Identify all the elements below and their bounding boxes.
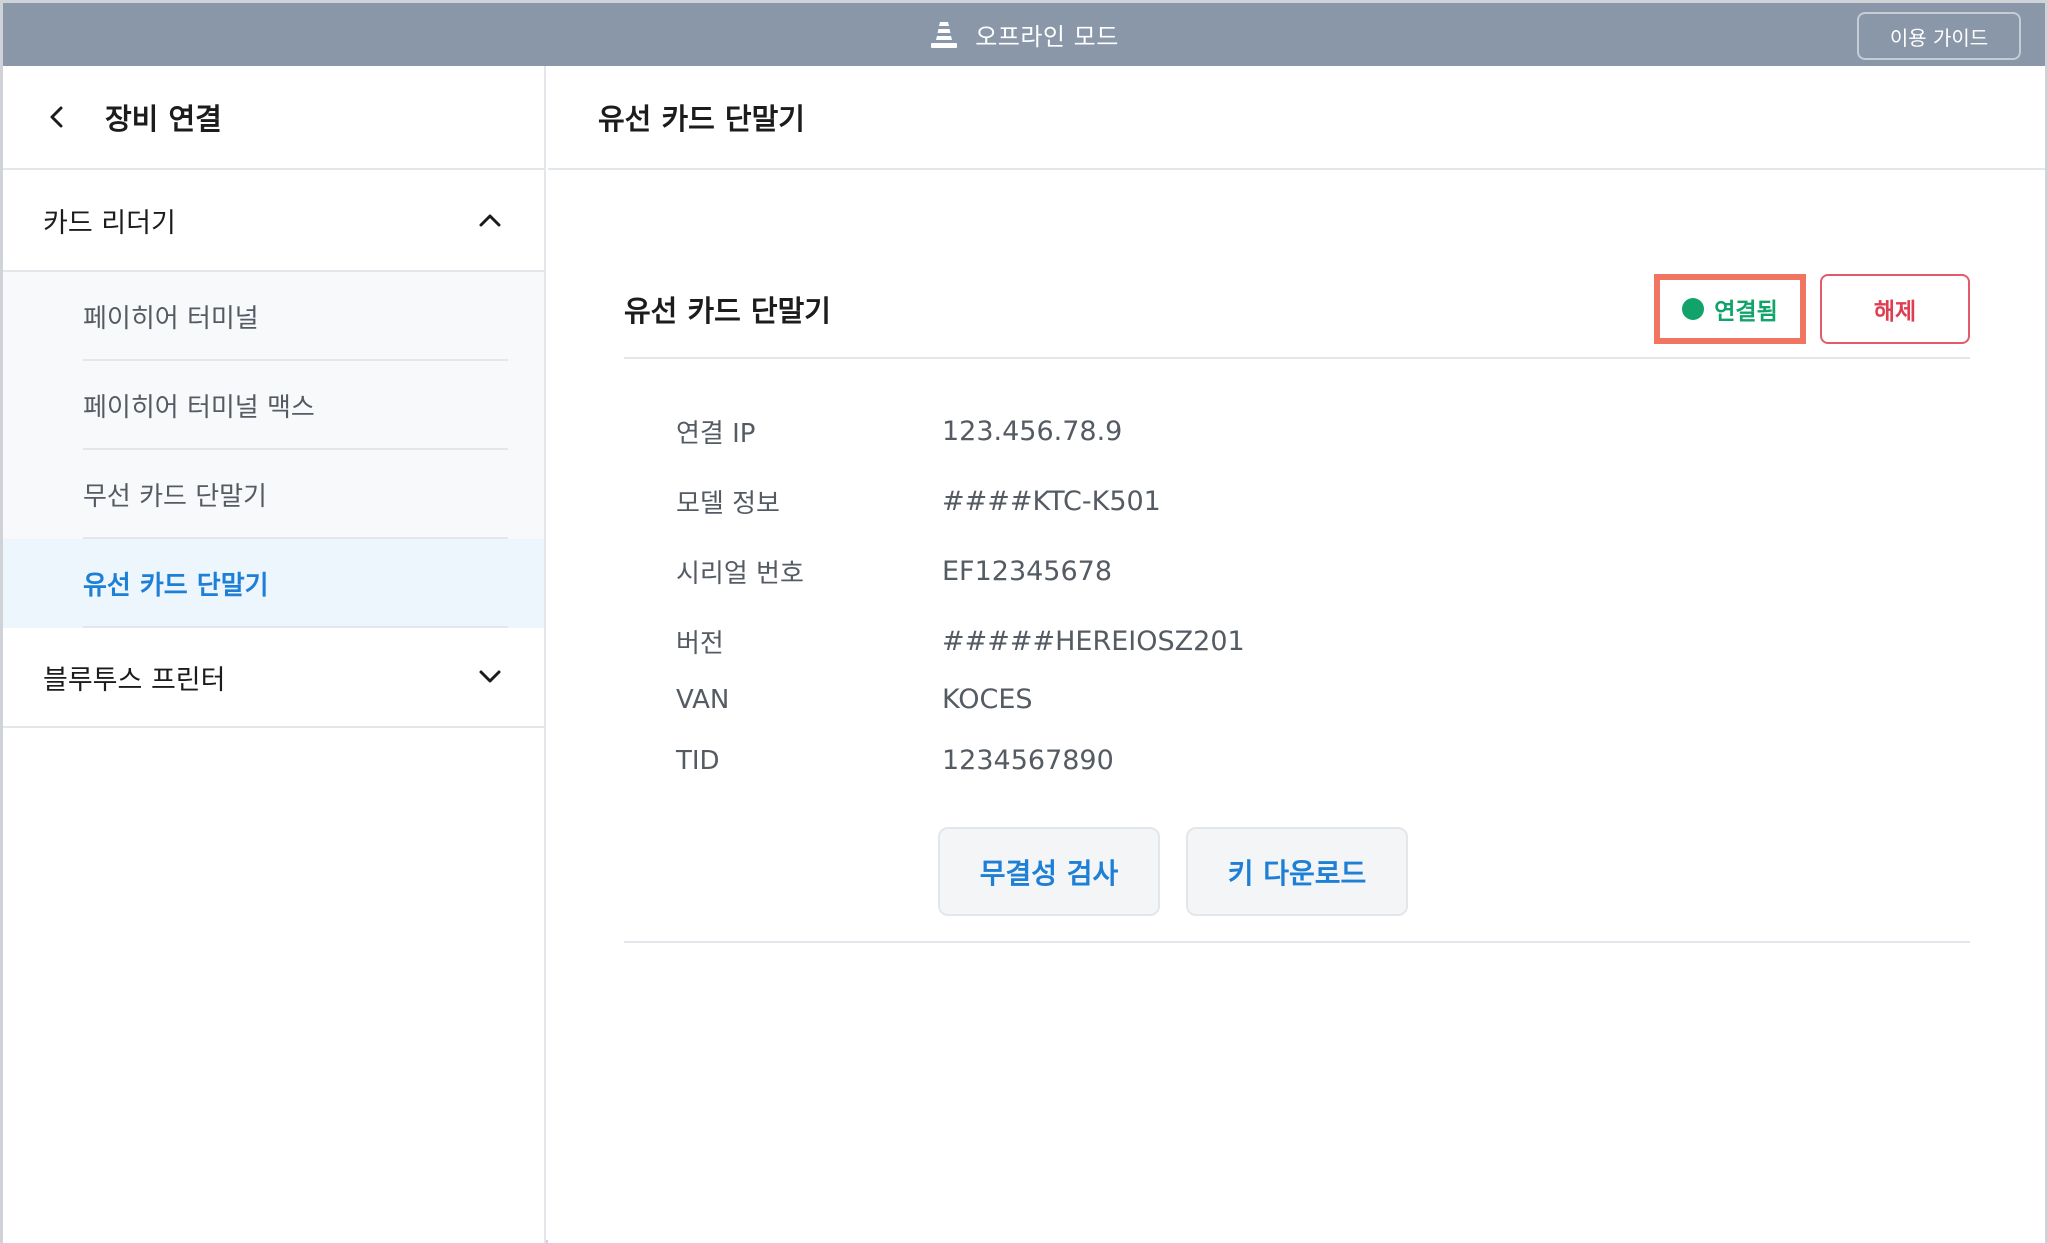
- status-dot-icon: [1682, 298, 1705, 320]
- info-row-version: 버전 #####HEREIOSZ201: [676, 623, 1245, 660]
- info-row-serial: 시리얼 번호 EF12345678: [676, 553, 1112, 590]
- group-bluetooth-printer[interactable]: 블루투스 프린터: [3, 628, 544, 728]
- info-label: 시리얼 번호: [676, 559, 804, 589]
- sidebar-item-label: 무선 카드 단말기: [83, 482, 267, 512]
- integrity-check-button[interactable]: 무결성 검사: [938, 827, 1160, 916]
- sidebar-item-payhere-terminal[interactable]: 페이히어 터미널: [3, 272, 544, 361]
- info-label: VAN: [676, 684, 730, 715]
- sidebar-item-label: 페이히어 터미널: [83, 304, 259, 334]
- group-card-reader-label: 카드 리더기: [43, 207, 176, 239]
- device-card-title: 유선 카드 단말기: [624, 294, 831, 328]
- sidebar-item-label: 유선 카드 단말기: [83, 571, 269, 601]
- sidebar: 장비 연결 카드 리더기 페이히어 터미널 페이히어 터미널 맥스 무선 카드 …: [3, 66, 546, 1243]
- card-bottom-divider: [624, 941, 1970, 943]
- info-value: EF12345678: [942, 556, 1113, 587]
- sidebar-title: 장비 연결: [105, 102, 222, 136]
- chevron-up-icon: [476, 206, 504, 234]
- sidebar-item-label: 페이히어 터미널 맥스: [83, 393, 315, 423]
- card-reader-list: 페이히어 터미널 페이히어 터미널 맥스 무선 카드 단말기 유선 카드 단말기: [3, 272, 544, 628]
- device-card-actions: 연결됨 해제: [1654, 274, 1970, 344]
- divider: [83, 626, 508, 628]
- info-label: TID: [676, 745, 720, 776]
- info-value: KOCES: [942, 684, 1033, 715]
- traffic-cone-icon: [929, 20, 959, 50]
- device-action-buttons: 무결성 검사 키 다운로드: [938, 827, 1408, 916]
- info-value: ####KTC-K501: [942, 486, 1161, 517]
- page-title: 유선 카드 단말기: [598, 102, 805, 136]
- sidebar-item-wireless-card-terminal[interactable]: 무선 카드 단말기: [3, 450, 544, 539]
- sidebar-item-payhere-terminal-max[interactable]: 페이히어 터미널 맥스: [3, 361, 544, 450]
- sidebar-item-wired-card-terminal[interactable]: 유선 카드 단말기: [3, 539, 544, 628]
- info-value: #####HEREIOSZ201: [942, 626, 1245, 657]
- app-frame: 오프라인 모드 이용 가이드 장비 연결 카드 리더기 페이히어 터미널 페이히…: [0, 0, 2048, 1243]
- info-label: 모델 정보: [676, 489, 780, 519]
- device-card-header: 유선 카드 단말기 연결됨 해제: [624, 261, 1970, 359]
- sidebar-header: 장비 연결: [3, 66, 544, 170]
- info-value: 123.456.78.9: [942, 416, 1123, 447]
- key-download-button[interactable]: 키 다운로드: [1186, 827, 1408, 916]
- info-row-van: VAN KOCES: [676, 684, 1033, 715]
- user-guide-button[interactable]: 이용 가이드: [1857, 12, 2021, 60]
- info-label: 버전: [676, 629, 724, 659]
- status-label: 연결됨: [1714, 299, 1778, 325]
- status-badge: 연결됨: [1654, 274, 1806, 344]
- info-row-model: 모델 정보 ####KTC-K501: [676, 483, 1161, 520]
- group-card-reader[interactable]: 카드 리더기: [3, 170, 544, 272]
- disconnect-button[interactable]: 해제: [1820, 274, 1970, 344]
- group-bluetooth-printer-label: 블루투스 프린터: [43, 664, 226, 696]
- info-label: 연결 IP: [676, 419, 756, 449]
- offline-mode-title: 오프라인 모드: [975, 23, 1119, 51]
- main-header: 유선 카드 단말기: [548, 66, 2045, 170]
- offline-mode-indicator: 오프라인 모드: [3, 3, 2045, 66]
- info-row-tid: TID 1234567890: [676, 745, 1114, 776]
- chevron-down-icon: [476, 663, 504, 691]
- info-value: 1234567890: [942, 745, 1114, 776]
- info-row-ip: 연결 IP 123.456.78.9: [676, 413, 1122, 450]
- device-card: 유선 카드 단말기 연결됨 해제 연결 IP 123.456.78.9 모델 정…: [624, 261, 1970, 943]
- main-panel: 유선 카드 단말기 유선 카드 단말기 연결됨 해제 연결 IP 123.456…: [548, 66, 2045, 1243]
- top-bar: 오프라인 모드 이용 가이드: [3, 3, 2045, 66]
- back-arrow-icon[interactable]: [43, 103, 71, 131]
